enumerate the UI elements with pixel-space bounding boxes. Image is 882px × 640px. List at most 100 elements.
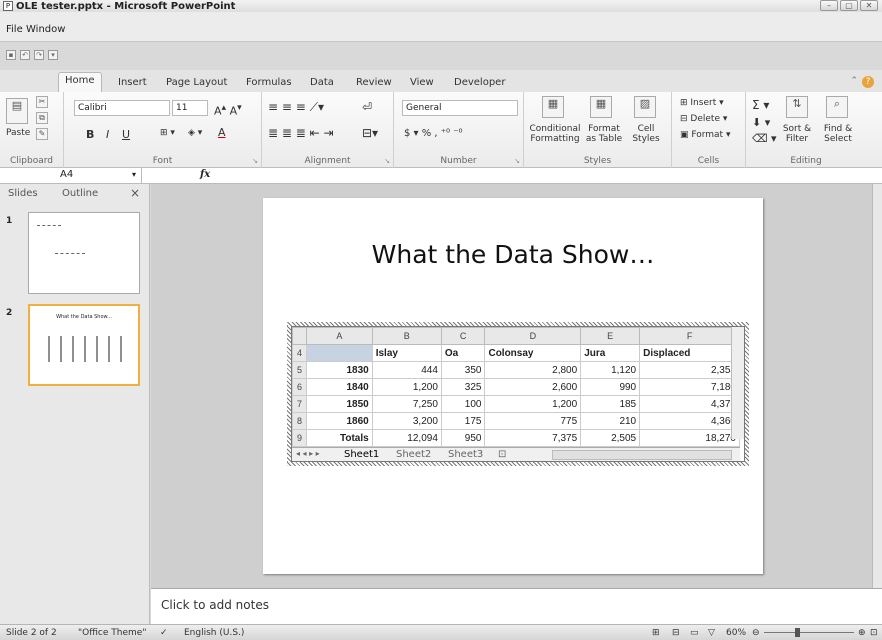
wrap-text-icon[interactable]: ⏎ <box>362 100 372 114</box>
clear-icon[interactable]: ⌫ ▾ <box>752 132 777 145</box>
close-pane-icon[interactable]: × <box>130 186 140 200</box>
autosum-icon[interactable]: Σ ▾ <box>752 98 769 112</box>
table-cell[interactable]: 350 <box>440 361 486 379</box>
select-all-corner[interactable] <box>292 327 307 345</box>
column-header-b[interactable]: B <box>371 327 442 345</box>
column-header-c[interactable]: C <box>440 327 486 345</box>
table-cell[interactable]: 175 <box>440 412 486 430</box>
close-button[interactable]: ✕ <box>860 0 878 11</box>
table-cell[interactable]: 990 <box>580 378 641 396</box>
fill-icon[interactable]: ⬇ ▾ <box>752 116 770 129</box>
maximize-button[interactable]: ▢ <box>840 0 858 11</box>
normal-view-icon[interactable]: ⊞ <box>652 628 660 638</box>
slide-vertical-scrollbar[interactable] <box>872 184 882 588</box>
table-cell[interactable]: Totals <box>306 429 373 447</box>
merge-center-icon[interactable]: ⊟▾ <box>362 126 378 140</box>
table-cell[interactable]: 2,355 <box>639 361 740 379</box>
table-cell[interactable]: 325 <box>440 378 486 396</box>
table-cell[interactable]: Displaced <box>639 344 740 362</box>
row-number[interactable]: 4 <box>292 344 307 362</box>
insert-function-icon[interactable]: fx <box>200 169 210 180</box>
align-top-icon[interactable]: ≡ ≡ ≡ ⟋▾ <box>268 100 324 115</box>
slide-thumbnail-2[interactable]: What the Data Show... <box>28 304 140 386</box>
table-cell[interactable]: 18,270 <box>639 429 740 447</box>
grow-font-icon[interactable]: A▴ A▾ <box>214 102 242 118</box>
cell-styles-label[interactable]: Cell Styles <box>628 124 664 144</box>
font-launcher-icon[interactable]: ↘ <box>252 157 258 165</box>
tab-formulas[interactable]: Formulas <box>240 75 298 90</box>
table-cell[interactable]: 1,200 <box>484 395 582 413</box>
table-cell[interactable]: 1840 <box>306 378 373 396</box>
table-cell[interactable]: 2,600 <box>484 378 582 396</box>
table-cell[interactable]: 775 <box>484 412 582 430</box>
conditional-formatting-icon[interactable]: ▦ <box>542 96 564 118</box>
font-size-combo[interactable]: 11 <box>172 100 208 116</box>
proofing-icon[interactable]: ✓ <box>160 628 168 638</box>
column-header-d[interactable]: D <box>484 327 582 345</box>
fill-color-icon[interactable]: ◈ ▾ <box>188 128 202 138</box>
row-number[interactable]: 9 <box>292 429 307 447</box>
table-cell[interactable]: 1,200 <box>371 378 442 396</box>
table-cell[interactable]: 185 <box>580 395 641 413</box>
align-left-icon[interactable]: ≣ ≣ ≣ ⇤ ⇥ <box>268 126 334 140</box>
language-indicator[interactable]: English (U.S.) <box>184 628 244 638</box>
tab-data[interactable]: Data <box>304 75 340 90</box>
tab-developer[interactable]: Developer <box>448 75 511 90</box>
italic-icon[interactable]: I <box>106 128 109 141</box>
table-cell[interactable]: 1860 <box>306 412 373 430</box>
tab-slides[interactable]: Slides <box>8 188 38 199</box>
delete-cells-button[interactable]: ⊟ Delete ▾ <box>680 114 727 124</box>
row-number[interactable]: 5 <box>292 361 307 379</box>
table-cell[interactable]: 1850 <box>306 395 373 413</box>
font-color-icon[interactable]: A <box>218 126 226 139</box>
format-painter-icon[interactable]: ✎ <box>36 128 48 140</box>
table-cell[interactable]: 210 <box>580 412 641 430</box>
insert-cells-button[interactable]: ⊞ Insert ▾ <box>680 98 724 108</box>
slide-canvas[interactable]: What the Data Show… A B C D E F 4 Islay … <box>263 198 763 574</box>
tab-outline[interactable]: Outline <box>62 188 98 199</box>
worksheet-table[interactable]: A B C D E F 4 Islay Oa Colonsay Jura Dis… <box>292 327 740 447</box>
table-cell[interactable]: 100 <box>440 395 486 413</box>
embedded-worksheet[interactable]: A B C D E F 4 Islay Oa Colonsay Jura Dis… <box>291 326 745 462</box>
embedded-worksheet-frame[interactable]: A B C D E F 4 Islay Oa Colonsay Jura Dis… <box>287 322 749 466</box>
tab-review[interactable]: Review <box>350 75 398 90</box>
row-number[interactable]: 7 <box>292 395 307 413</box>
font-name-combo[interactable]: Calibri <box>74 100 170 116</box>
find-select-label[interactable]: Find & Select <box>818 124 858 144</box>
undo-icon[interactable]: ↶ <box>20 50 30 60</box>
underline-icon[interactable]: U <box>122 128 130 141</box>
cell-styles-icon[interactable]: ▨ <box>634 96 656 118</box>
sort-filter-label[interactable]: Sort & Filter <box>778 124 816 144</box>
help-icon[interactable]: ? <box>862 76 874 88</box>
paste-label[interactable]: Paste <box>6 128 30 138</box>
slide-sorter-icon[interactable]: ⊟ <box>672 628 680 638</box>
slide-title[interactable]: What the Data Show… <box>263 240 763 269</box>
zoom-slider[interactable] <box>764 632 854 633</box>
slideshow-icon[interactable]: ▽ <box>708 628 715 638</box>
borders-icon[interactable]: ⊞ ▾ <box>160 128 175 138</box>
insert-sheet-icon[interactable]: ⊡ <box>498 449 506 460</box>
column-header-f[interactable]: F <box>639 327 740 345</box>
table-cell[interactable]: 7,180 <box>639 378 740 396</box>
redo-icon[interactable]: ↷ <box>34 50 44 60</box>
table-cell[interactable]: 12,094 <box>371 429 442 447</box>
menu-window[interactable]: Window <box>26 24 65 35</box>
table-cell[interactable]: 444 <box>371 361 442 379</box>
fit-to-window-icon[interactable]: ⊡ <box>870 628 878 638</box>
slide-thumbnail-1[interactable] <box>28 212 140 294</box>
table-cell[interactable] <box>306 344 373 362</box>
sheet-tab-2[interactable]: Sheet2 <box>396 449 431 460</box>
notes-placeholder[interactable]: Click to add notes <box>161 598 269 612</box>
name-box[interactable]: A4 <box>0 168 142 184</box>
tab-page-layout[interactable]: Page Layout <box>160 75 233 90</box>
sort-filter-icon[interactable]: ⇅ <box>786 96 808 118</box>
powerpoint-app-icon[interactable]: P <box>3 1 13 11</box>
tab-insert[interactable]: Insert <box>112 75 153 90</box>
zoom-slider-thumb[interactable] <box>795 628 800 637</box>
zoom-out-icon[interactable]: ⊖ <box>752 628 760 638</box>
name-box-dropdown-icon[interactable]: ▾ <box>132 170 136 179</box>
sheet-nav-icon[interactable]: ◂ ◂ ▸ ▸ <box>296 449 320 458</box>
sheet-tab-3[interactable]: Sheet3 <box>448 449 483 460</box>
worksheet-vertical-scrollbar[interactable] <box>731 327 744 439</box>
table-cell[interactable]: 2,505 <box>580 429 641 447</box>
